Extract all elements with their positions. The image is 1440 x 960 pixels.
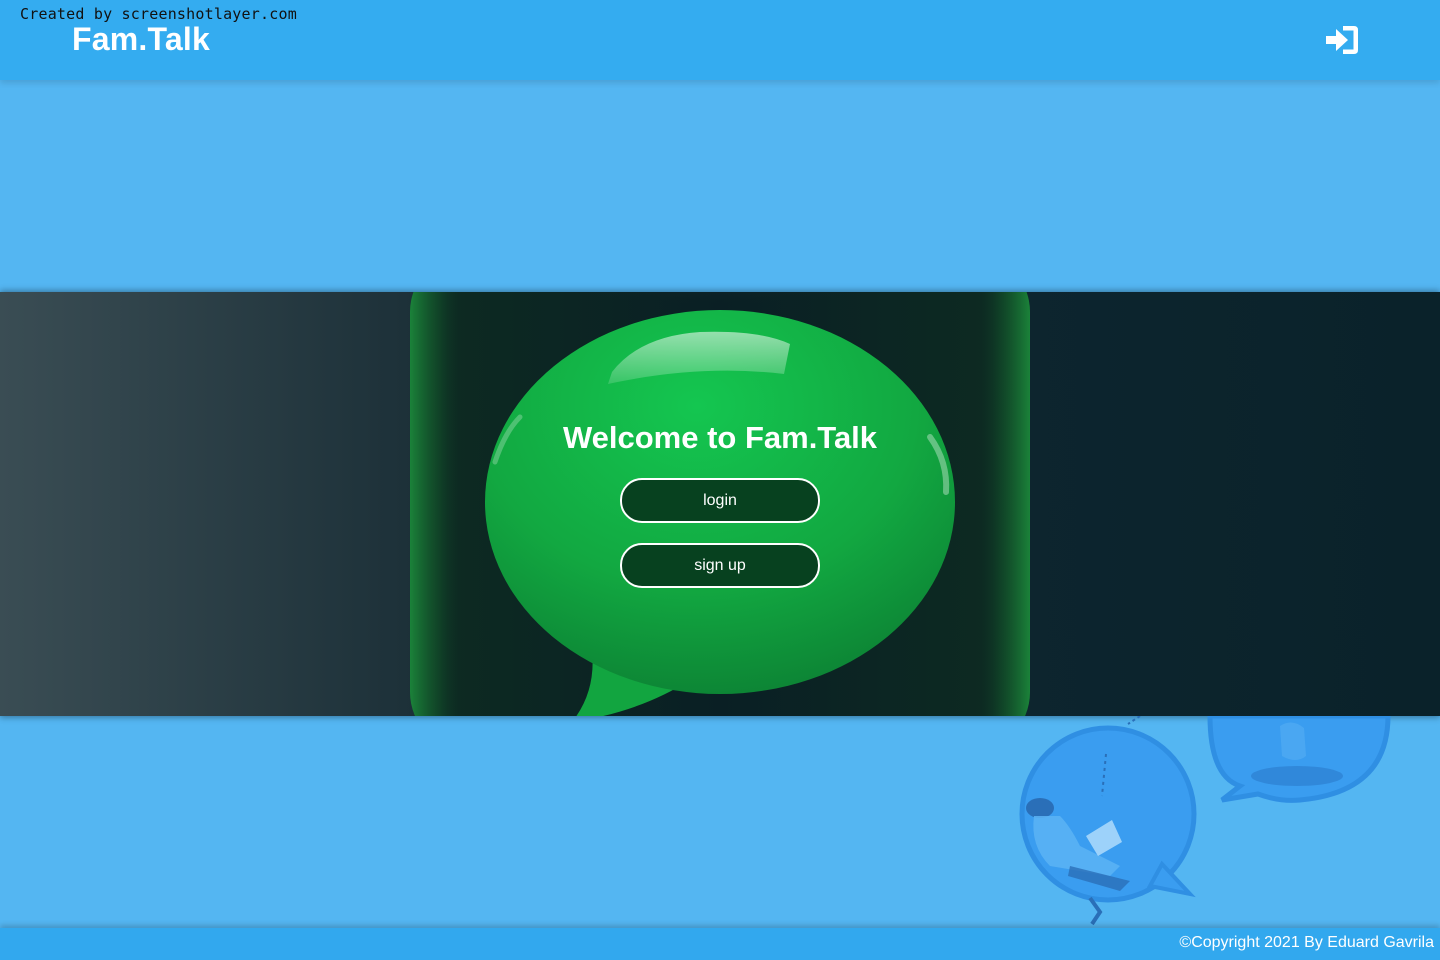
brand-logo[interactable]: Fam.Talk	[72, 21, 210, 58]
page: Created by screenshotlayer.com Fam.Talk	[0, 0, 1440, 960]
welcome-panel: Welcome to Fam.Talk login sign up	[520, 292, 920, 716]
signup-button[interactable]: sign up	[620, 543, 820, 588]
welcome-title: Welcome to Fam.Talk	[562, 420, 878, 455]
login-button[interactable]: login	[620, 478, 820, 523]
hero-banner: Welcome to Fam.Talk login sign up	[0, 292, 1440, 716]
watermark-text: Created by screenshotlayer.com	[20, 5, 297, 23]
footer: ©Copyright 2021 By Eduard Gavrila	[0, 928, 1440, 960]
people-chat-illustration	[1019, 716, 1391, 926]
sign-in-icon[interactable]	[1324, 24, 1360, 56]
copyright-text: ©Copyright 2021 By Eduard Gavrila	[1179, 934, 1434, 951]
